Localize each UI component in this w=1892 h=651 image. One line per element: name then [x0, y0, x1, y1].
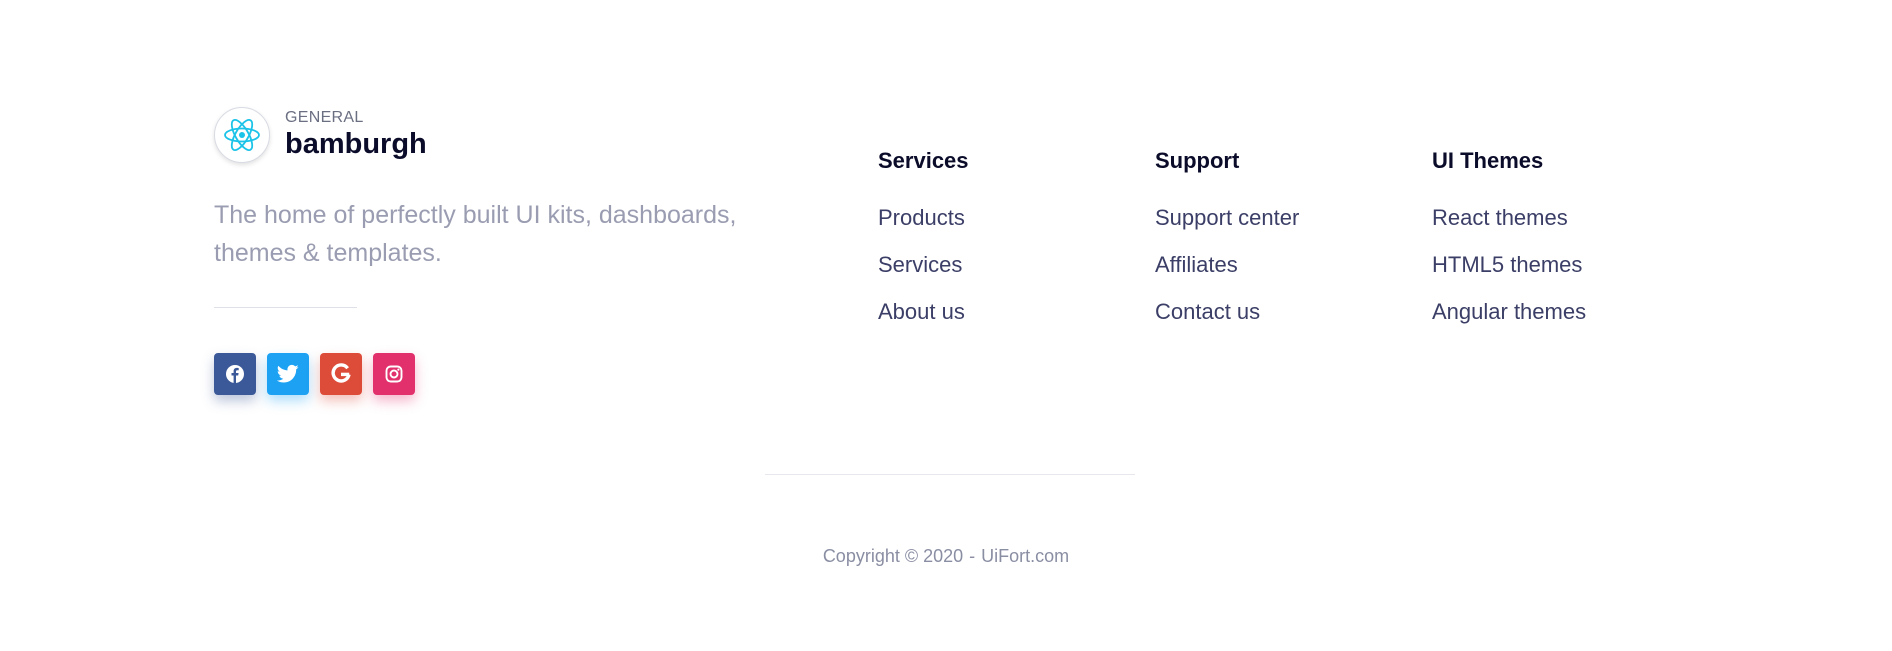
tagline: The home of perfectly built UI kits, das… [214, 201, 737, 267]
brand-name: bamburgh [285, 128, 427, 160]
instagram-button[interactable] [373, 353, 415, 395]
footer-column-services: Services Products Services About us [878, 148, 969, 346]
logo[interactable] [214, 107, 270, 163]
footer-link-services[interactable]: Services [878, 252, 969, 278]
footer-column-support: Support Support center Affiliates Contac… [1155, 148, 1299, 346]
footer-link-react-themes[interactable]: React themes [1432, 205, 1586, 231]
facebook-icon [226, 365, 244, 383]
link-list: Support center Affiliates Contact us [1155, 205, 1299, 325]
link-list: Products Services About us [878, 205, 969, 325]
brand[interactable]: GENERAL bamburgh [214, 107, 427, 163]
footer-column-ui-themes: UI Themes React themes HTML5 themes Angu… [1432, 148, 1586, 346]
footer-link-contact-us[interactable]: Contact us [1155, 299, 1299, 325]
brand-text: GENERAL bamburgh [285, 109, 427, 161]
twitter-icon [277, 364, 299, 383]
social-links [214, 353, 426, 395]
footer-link-support-center[interactable]: Support center [1155, 205, 1299, 231]
footer-link-html5-themes[interactable]: HTML5 themes [1432, 252, 1586, 278]
column-heading: Support [1155, 148, 1240, 173]
facebook-button[interactable] [214, 353, 256, 395]
copyright-text: Copyright © 2020 [822, 546, 964, 566]
google-button[interactable] [320, 353, 362, 395]
footer-link-products[interactable]: Products [878, 205, 969, 231]
instagram-icon [385, 365, 403, 383]
footer-link-affiliates[interactable]: Affiliates [1155, 252, 1299, 278]
column-heading: UI Themes [1432, 148, 1544, 173]
brand-small-label: GENERAL [285, 109, 364, 126]
footer-divider [765, 474, 1135, 475]
divider [214, 307, 357, 308]
copyright-separator: - [969, 546, 976, 566]
react-atom-icon [224, 119, 260, 151]
column-heading: Services [878, 148, 969, 173]
footer-link-angular-themes[interactable]: Angular themes [1432, 299, 1586, 325]
copyright-site-link[interactable]: UiFort.com [981, 546, 1069, 566]
link-list: React themes HTML5 themes Angular themes [1432, 205, 1586, 325]
copyright: Copyright © 2020- UiFort.com [0, 545, 1892, 567]
footer-link-about-us[interactable]: About us [878, 299, 969, 325]
google-icon [331, 363, 351, 383]
twitter-button[interactable] [267, 353, 309, 395]
